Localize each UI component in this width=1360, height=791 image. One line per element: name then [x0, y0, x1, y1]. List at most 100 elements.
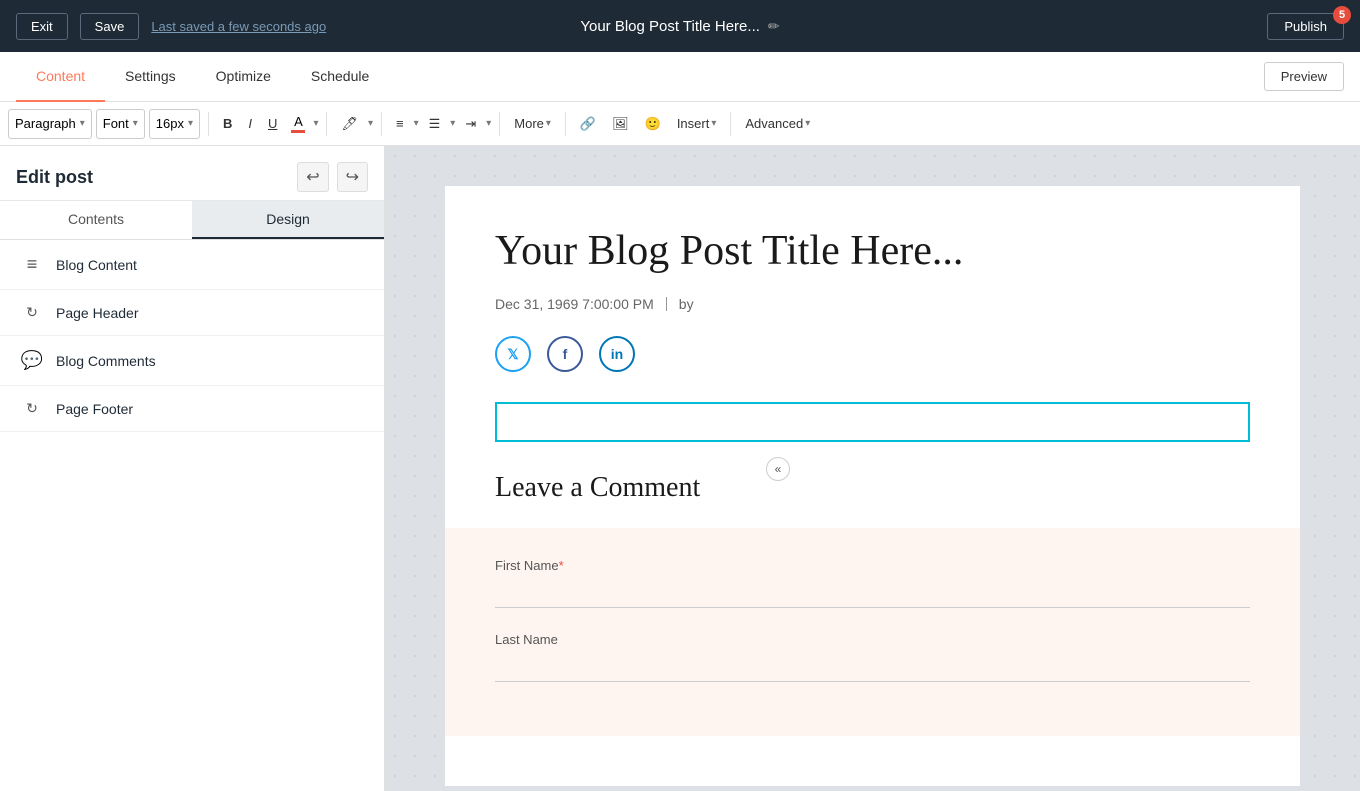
- sidebar-item-blog-content[interactable]: ≡ Blog Content: [0, 240, 384, 290]
- first-name-label: First Name*: [495, 558, 1250, 573]
- first-name-input[interactable]: [495, 579, 1250, 608]
- text-color-button[interactable]: A: [287, 109, 309, 139]
- list-icon: ☰: [429, 116, 441, 132]
- font-chevron: ▾: [133, 118, 138, 129]
- align-icon: ≡: [396, 116, 404, 131]
- toolbar-divider-5: [565, 112, 566, 136]
- font-dropdown[interactable]: Font ▾: [96, 109, 145, 139]
- toolbar-divider-3: [381, 112, 382, 136]
- align-chevron[interactable]: ▾: [414, 118, 419, 129]
- highlight-button[interactable]: 🖊: [335, 109, 364, 139]
- insert-chevron: ▾: [711, 118, 716, 129]
- facebook-icon[interactable]: f: [547, 336, 583, 372]
- advanced-button[interactable]: Advanced ▾: [739, 109, 816, 139]
- emoji-icon: 🙂: [645, 116, 661, 132]
- undo-button[interactable]: ↩: [297, 162, 328, 192]
- sidebar-item-page-footer[interactable]: ↻ Page Footer: [0, 386, 384, 432]
- blog-content-label: Blog Content: [56, 257, 137, 273]
- exit-button[interactable]: Exit: [16, 13, 68, 40]
- leave-comment-title: Leave a Comment: [495, 472, 1250, 504]
- document-title-area: Your Blog Post Title Here... ✏: [580, 18, 779, 35]
- paragraph-chevron: ▾: [80, 118, 85, 129]
- image-button[interactable]: 🖼: [606, 109, 635, 139]
- insert-button[interactable]: Insert ▾: [671, 109, 723, 139]
- blog-comments-label: Blog Comments: [56, 353, 156, 369]
- linkedin-icon[interactable]: in: [599, 336, 635, 372]
- last-name-field-group: Last Name: [495, 632, 1250, 706]
- bold-button[interactable]: B: [217, 109, 238, 139]
- publish-badge: 5: [1333, 6, 1351, 24]
- indent-button[interactable]: ⇥: [459, 109, 482, 139]
- sidebar-tab-design[interactable]: Design: [192, 201, 384, 239]
- blog-content-icon: ≡: [20, 254, 44, 275]
- align-button[interactable]: ≡: [390, 109, 410, 139]
- tab-content[interactable]: Content: [16, 52, 105, 102]
- last-saved-text[interactable]: Last saved a few seconds ago: [151, 19, 326, 34]
- link-button[interactable]: 🔗: [574, 109, 602, 139]
- font-size-chevron: ▾: [188, 118, 193, 129]
- text-color-indicator: [291, 130, 305, 133]
- blog-comments-icon: 💬: [20, 350, 44, 371]
- image-icon: 🖼: [612, 116, 629, 132]
- last-name-label: Last Name: [495, 632, 1250, 647]
- page-header-icon: ↻: [20, 304, 44, 321]
- font-label: Font: [103, 116, 129, 131]
- toolbar-divider-2: [326, 112, 327, 136]
- indent-icon: ⇥: [465, 116, 476, 132]
- blog-title[interactable]: Your Blog Post Title Here...: [495, 226, 1250, 276]
- indent-chevron[interactable]: ▾: [486, 118, 491, 129]
- advanced-label: Advanced: [745, 116, 803, 131]
- paragraph-dropdown[interactable]: Paragraph ▾: [8, 109, 92, 139]
- top-bar: Exit Save Last saved a few seconds ago Y…: [0, 0, 1360, 52]
- sidebar-tab-contents[interactable]: Contents: [0, 201, 192, 239]
- tab-schedule[interactable]: Schedule: [291, 52, 389, 102]
- redo-button[interactable]: ↪: [337, 162, 368, 192]
- font-size-value: 16px: [156, 116, 184, 131]
- page-footer-icon: ↻: [20, 400, 44, 417]
- toolbar-divider-4: [499, 112, 500, 136]
- highlight-chevron[interactable]: ▾: [368, 118, 373, 129]
- sidebar-collapse-button[interactable]: «: [766, 457, 790, 481]
- more-label: More: [514, 116, 544, 131]
- list-button[interactable]: ☰: [423, 109, 447, 139]
- list-chevron[interactable]: ▾: [450, 118, 455, 129]
- sidebar: Edit post ↩ ↪ Contents Design ≡ Blog Con…: [0, 146, 385, 791]
- sidebar-title: Edit post: [16, 167, 93, 188]
- selected-content-block[interactable]: [495, 402, 1250, 442]
- edit-title-icon[interactable]: ✏: [768, 18, 780, 35]
- link-icon: 🔗: [580, 116, 596, 132]
- underline-button[interactable]: U: [262, 109, 283, 139]
- preview-button[interactable]: Preview: [1264, 62, 1344, 91]
- first-name-field-group: First Name*: [495, 558, 1250, 632]
- blog-post-container: Your Blog Post Title Here... Dec 31, 196…: [445, 186, 1300, 786]
- more-chevron: ▾: [546, 118, 551, 129]
- text-color-chevron[interactable]: ▾: [313, 118, 318, 129]
- publish-button[interactable]: Publish 5: [1267, 13, 1344, 40]
- last-name-input[interactable]: [495, 653, 1250, 682]
- save-button[interactable]: Save: [80, 13, 140, 40]
- font-size-dropdown[interactable]: 16px ▾: [149, 109, 200, 139]
- tab-settings[interactable]: Settings: [105, 52, 196, 102]
- sidebar-item-blog-comments[interactable]: 💬 Blog Comments: [0, 336, 384, 386]
- twitter-icon[interactable]: 𝕏: [495, 336, 531, 372]
- sidebar-actions: ↩ ↪: [297, 162, 368, 192]
- italic-button[interactable]: I: [242, 109, 258, 139]
- blog-post-inner: Your Blog Post Title Here... Dec 31, 196…: [445, 186, 1300, 776]
- toolbar: Paragraph ▾ Font ▾ 16px ▾ B I U A ▾ 🖊 ▾ …: [0, 102, 1360, 146]
- tab-bar: Content Settings Optimize Schedule Previ…: [0, 52, 1360, 102]
- main-layout: Edit post ↩ ↪ Contents Design ≡ Blog Con…: [0, 146, 1360, 791]
- content-area: Your Blog Post Title Here... Dec 31, 196…: [385, 146, 1360, 791]
- publish-area: Publish 5: [1267, 13, 1344, 40]
- first-name-required: *: [559, 558, 564, 573]
- blog-meta: Dec 31, 1969 7:00:00 PM by: [495, 296, 1250, 312]
- sidebar-content: ≡ Blog Content ↻ Page Header 💬 Blog Comm…: [0, 240, 384, 791]
- emoji-button[interactable]: 🙂: [639, 109, 667, 139]
- paragraph-label: Paragraph: [15, 116, 76, 131]
- more-button[interactable]: More ▾: [508, 109, 557, 139]
- sidebar-item-page-header[interactable]: ↻ Page Header: [0, 290, 384, 336]
- blog-meta-by: by: [679, 296, 694, 312]
- sidebar-header: Edit post ↩ ↪: [0, 146, 384, 201]
- tab-optimize[interactable]: Optimize: [196, 52, 291, 102]
- page-header-label: Page Header: [56, 305, 139, 321]
- toolbar-divider-1: [208, 112, 209, 136]
